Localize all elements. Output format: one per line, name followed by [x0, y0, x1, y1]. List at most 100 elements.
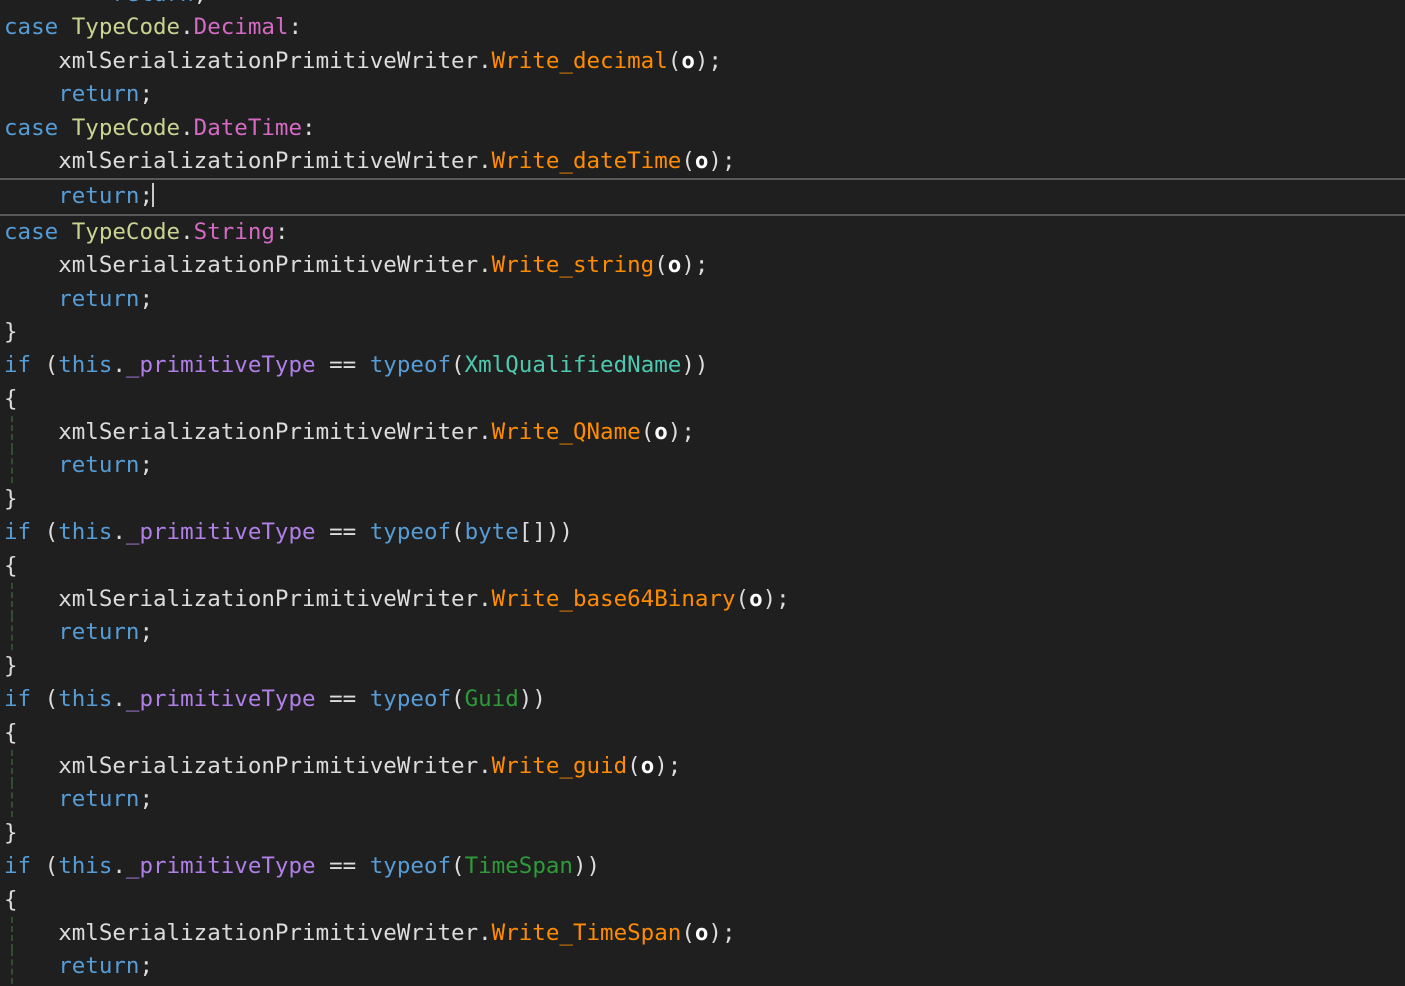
- code-token: ;: [139, 452, 154, 479]
- code-token: (: [735, 586, 750, 613]
- code-token: (: [640, 419, 655, 446]
- code-token: XmlQualifiedName: [464, 352, 682, 379]
- code-token: (: [451, 519, 465, 546]
- code-token: :: [302, 114, 316, 141]
- code-token: if: [4, 853, 32, 880]
- line-close-switch[interactable]: }: [0, 316, 1405, 349]
- line-case-decimal[interactable]: case TypeCode.Decimal:: [0, 11, 1405, 44]
- code-token: if: [4, 686, 32, 713]
- code-token: ==: [315, 519, 370, 546]
- line-open-brace-4[interactable]: {: [0, 884, 1405, 917]
- code-token: )): [572, 853, 601, 880]
- code-token: :: [274, 218, 289, 245]
- code-token: ==: [315, 352, 370, 379]
- line-write-decimal[interactable]: xmlSerializationPrimitiveWriter.Write_de…: [0, 45, 1405, 78]
- code-token: case: [4, 114, 59, 141]
- code-token: ==: [315, 853, 370, 880]
- line-close-brace-3[interactable]: }: [0, 817, 1405, 850]
- code-token: _primitiveType: [125, 519, 316, 546]
- code-token: (: [654, 252, 668, 279]
- line-case-string[interactable]: case TypeCode.String:: [0, 216, 1405, 249]
- line-case-datetime[interactable]: case TypeCode.DateTime:: [0, 112, 1405, 145]
- line-if-timespan[interactable]: if (this._primitiveType == typeof(TimeSp…: [0, 850, 1405, 883]
- code-token: return: [58, 786, 140, 813]
- code-token: DateTime: [193, 114, 303, 141]
- code-token: Write_string: [491, 252, 655, 279]
- line-return-3[interactable]: return;: [0, 283, 1405, 316]
- line-return-5[interactable]: return;: [0, 616, 1405, 651]
- code-token: xmlSerializationPrimitiveWriter: [58, 752, 479, 779]
- code-token: o: [749, 586, 763, 613]
- code-token: {: [4, 552, 18, 579]
- code-token: ==: [315, 686, 370, 713]
- line-return-4[interactable]: return;: [0, 449, 1405, 484]
- code-token: .: [478, 919, 492, 946]
- code-token: return: [112, 0, 193, 7]
- line-close-brace-2[interactable]: }: [0, 650, 1405, 683]
- line-write-string[interactable]: xmlSerializationPrimitiveWriter.Write_st…: [0, 249, 1405, 282]
- code-token: );: [694, 47, 722, 74]
- line-if-bytearray[interactable]: if (this._primitiveType == typeof(byte[]…: [0, 516, 1405, 549]
- code-token: .: [180, 218, 194, 245]
- line-open-brace-1[interactable]: {: [0, 383, 1405, 416]
- code-token: case: [4, 218, 59, 245]
- code-token: )): [518, 686, 546, 713]
- code-token: this: [58, 519, 113, 546]
- code-token: TypeCode: [71, 114, 181, 141]
- code-token: .: [112, 519, 126, 546]
- code-token: {: [4, 385, 18, 412]
- line-write-timespan[interactable]: xmlSerializationPrimitiveWriter.Write_Ti…: [0, 916, 1405, 951]
- code-token: (: [627, 752, 641, 779]
- line-close-brace-1[interactable]: }: [0, 483, 1405, 516]
- code-token: )): [681, 352, 709, 379]
- line-write-guid[interactable]: xmlSerializationPrimitiveWriter.Write_gu…: [0, 749, 1405, 784]
- code-surface[interactable]: return;case TypeCode.Decimal: xmlSeriali…: [0, 0, 1405, 986]
- code-token: .: [478, 586, 492, 613]
- code-token: o: [694, 919, 709, 946]
- line-return-partial[interactable]: return;: [0, 0, 1405, 11]
- code-token: _primitiveType: [125, 853, 316, 880]
- code-token: :: [288, 14, 303, 41]
- code-token: xmlSerializationPrimitiveWriter: [58, 419, 479, 446]
- code-token: .: [180, 114, 194, 141]
- code-token: this: [58, 686, 113, 713]
- code-token: typeof: [369, 853, 452, 880]
- line-open-brace-2[interactable]: {: [0, 550, 1405, 583]
- code-token: }: [4, 318, 18, 345]
- line-return-6[interactable]: return;: [0, 783, 1405, 818]
- code-token: o: [681, 47, 695, 74]
- line-return-7[interactable]: return;: [0, 950, 1405, 985]
- code-editor-viewport[interactable]: return;case TypeCode.Decimal: xmlSeriali…: [0, 0, 1405, 986]
- code-token: if: [4, 519, 32, 546]
- code-token: this: [58, 352, 113, 379]
- code-token: if: [4, 352, 32, 379]
- code-token: TimeSpan: [464, 853, 573, 880]
- line-return-2-current[interactable]: return;: [0, 178, 1405, 216]
- line-write-qname[interactable]: xmlSerializationPrimitiveWriter.Write_QN…: [0, 416, 1405, 450]
- line-open-brace-3[interactable]: {: [0, 717, 1405, 750]
- code-token: .: [478, 419, 492, 446]
- code-token: byte: [464, 519, 519, 546]
- code-token: TypeCode: [71, 14, 181, 41]
- code-token: (: [451, 853, 465, 880]
- code-token: this: [58, 853, 113, 880]
- code-token: (: [31, 352, 59, 379]
- code-token: xmlSerializationPrimitiveWriter: [58, 47, 479, 74]
- line-if-xmlqualifiedname[interactable]: if (this._primitiveType == typeof(XmlQua…: [0, 349, 1405, 382]
- code-token: return: [58, 619, 140, 646]
- line-return-1[interactable]: return;: [0, 78, 1405, 111]
- code-token: TypeCode: [71, 218, 181, 245]
- line-if-guid[interactable]: if (this._primitiveType == typeof(Guid)): [0, 683, 1405, 716]
- line-write-datetime[interactable]: xmlSerializationPrimitiveWriter.Write_da…: [0, 145, 1405, 178]
- code-token: ;: [139, 953, 154, 980]
- code-token: .: [112, 352, 126, 379]
- line-write-base64binary[interactable]: xmlSerializationPrimitiveWriter.Write_ba…: [0, 583, 1405, 617]
